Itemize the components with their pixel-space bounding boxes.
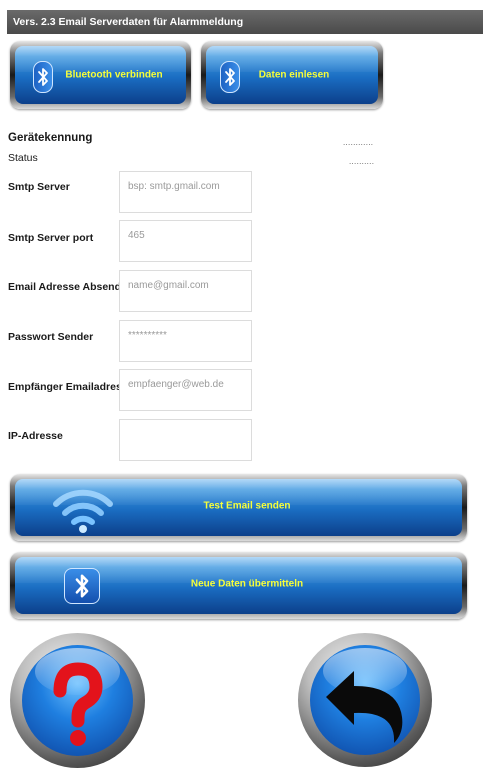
sender-password-input[interactable]: [120, 326, 251, 344]
smtp-port-input[interactable]: [120, 226, 251, 244]
status-value: ..........: [349, 157, 375, 166]
recipient-email-field: [119, 369, 252, 411]
help-button[interactable]: [10, 633, 145, 768]
sender-email-label: Email Adresse Absender: [8, 281, 131, 293]
test-email-label: Test Email senden: [203, 500, 291, 512]
recipient-email-label: Empfänger Emailadresse: [8, 381, 134, 393]
device-id-label: Gerätekennung: [8, 132, 93, 144]
sender-password-field: [119, 320, 252, 362]
send-new-data-label: Neue Daten übermitteln: [190, 578, 304, 590]
bluetooth-icon: [33, 61, 53, 93]
send-new-data-button[interactable]: Neue Daten übermitteln: [10, 552, 467, 619]
smtp-port-label: Smtp Server port: [8, 232, 94, 244]
sender-email-field: [119, 270, 252, 312]
sender-password-label: Passwort Sender: [8, 331, 94, 343]
bluetooth-icon: [64, 568, 100, 604]
bluetooth-icon: [220, 61, 240, 93]
recipient-email-input[interactable]: [120, 375, 251, 393]
ip-address-input[interactable]: [120, 425, 251, 443]
title-bar: Vers. 2.3 Email Serverdaten für Alarmmel…: [7, 10, 483, 34]
device-id-value: ............: [343, 138, 374, 147]
bluetooth-connect-label: Bluetooth verbinden: [65, 69, 163, 81]
wifi-icon: [53, 489, 113, 533]
read-data-label: Daten einlesen: [258, 69, 330, 81]
back-arrow-icon: [326, 671, 403, 743]
bluetooth-connect-button[interactable]: Bluetooth verbinden: [10, 41, 191, 109]
test-email-button[interactable]: Test Email senden: [10, 474, 467, 541]
status-label: Status: [8, 152, 38, 164]
sender-email-input[interactable]: [120, 276, 251, 294]
back-button[interactable]: [298, 633, 432, 767]
smtp-server-field: [119, 171, 252, 213]
question-mark-icon: [53, 662, 103, 746]
ip-address-label: IP-Adresse: [8, 430, 63, 442]
smtp-server-input[interactable]: [120, 177, 251, 195]
ip-address-field: [119, 419, 252, 461]
title-text: Vers. 2.3 Email Serverdaten für Alarmmel…: [13, 16, 244, 28]
smtp-server-label: Smtp Server: [8, 181, 70, 193]
smtp-port-field: [119, 220, 252, 262]
read-data-button[interactable]: Daten einlesen: [201, 41, 383, 109]
